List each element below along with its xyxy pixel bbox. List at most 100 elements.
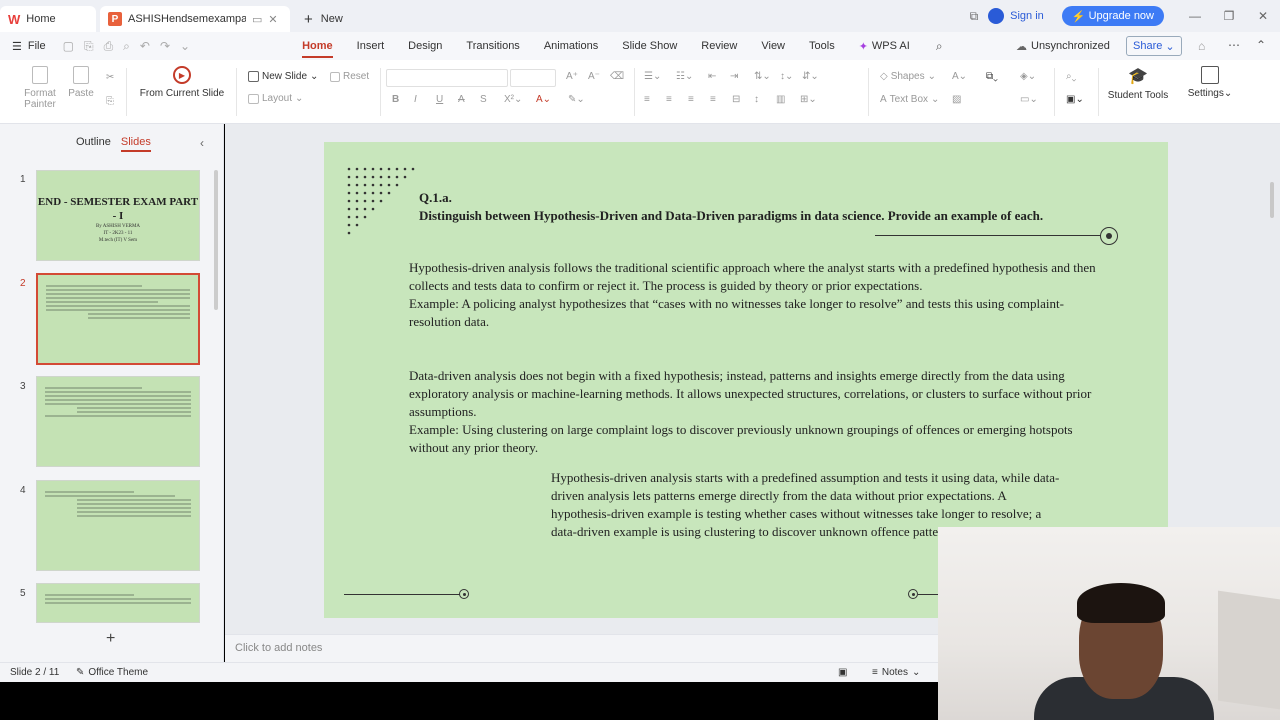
copy-icon[interactable]: ⎘ xyxy=(106,96,114,107)
notes-button[interactable]: ≡ Notes ⌄ xyxy=(872,667,920,678)
numbering-icon[interactable]: ☷⌄ xyxy=(676,71,693,82)
menu-review[interactable]: Review xyxy=(689,32,749,60)
font-name-select[interactable] xyxy=(386,69,508,87)
new-tab-button[interactable]: + New xyxy=(296,6,351,32)
italic-icon[interactable]: I xyxy=(414,94,417,105)
collapse-panel-icon[interactable]: ‹ xyxy=(200,136,204,150)
align-center-icon[interactable]: ≡ xyxy=(666,94,672,105)
save-icon[interactable]: ▢ xyxy=(63,39,74,53)
redo-icon[interactable]: ↷ xyxy=(160,39,170,53)
tab-outline[interactable]: Outline xyxy=(76,136,111,152)
menu-view[interactable]: View xyxy=(749,32,797,60)
menu-transitions[interactable]: Transitions xyxy=(454,32,531,60)
print-icon[interactable]: ⎙ xyxy=(104,39,114,54)
justify-icon[interactable]: ≡ xyxy=(710,94,716,105)
text-box-button[interactable]: A Text Box ⌄ xyxy=(880,94,939,105)
slide-thumbnail-5[interactable] xyxy=(36,583,200,623)
sort-icon[interactable]: ⇵⌄ xyxy=(802,71,819,82)
sign-in-button[interactable]: Sign in xyxy=(988,8,1044,24)
share-button[interactable]: Share ⌄ xyxy=(1126,36,1182,56)
tab-slides[interactable]: Slides xyxy=(120,136,151,152)
slide-thumbnail-3[interactable] xyxy=(36,376,200,467)
maximize-icon[interactable]: ❐ xyxy=(1212,9,1246,23)
font-size-select[interactable] xyxy=(510,69,556,87)
menu-insert[interactable]: Insert xyxy=(345,32,397,60)
collapse-ribbon-icon[interactable]: ⌂ xyxy=(1198,39,1205,53)
decrease-font-icon[interactable]: A⁻ xyxy=(588,71,600,82)
increase-indent-icon[interactable]: ⇥ xyxy=(730,71,738,82)
clear-format-icon[interactable]: ⌫ xyxy=(610,71,624,82)
undo-icon[interactable]: ↶ xyxy=(140,39,150,53)
arrange-icon[interactable]: ⧉⌄ xyxy=(986,71,998,82)
chevron-down-icon[interactable]: ⌄ xyxy=(180,39,190,53)
notes-toggle-icon[interactable]: ▣ xyxy=(838,667,847,678)
theme-button[interactable]: ✎ Office Theme xyxy=(76,667,148,678)
home-tab[interactable]: W Home xyxy=(0,6,96,32)
file-menu[interactable]: ☰ File xyxy=(0,32,58,60)
from-current-slide-button[interactable]: ▶ From Current Slide xyxy=(136,66,228,99)
settings-button[interactable]: Settings⌄ xyxy=(1184,66,1236,99)
document-tab[interactable]: P ASHISHendsemexampart1.pptx ▭ ✕ xyxy=(100,6,290,32)
reading-mode-icon[interactable]: ⧉ xyxy=(970,9,979,24)
bullets-icon[interactable]: ☰⌄ xyxy=(644,71,661,82)
print-preview-icon[interactable]: ⌕ xyxy=(123,39,130,54)
menu-slide-show[interactable]: Slide Show xyxy=(610,32,689,60)
underline-icon[interactable]: U xyxy=(436,94,443,105)
paragraph-spacing-icon[interactable]: ↕ xyxy=(754,94,759,105)
align-right-icon[interactable]: ≡ xyxy=(688,94,694,105)
decrease-indent-icon[interactable]: ⇤ xyxy=(708,71,716,82)
align-left-icon[interactable]: ≡ xyxy=(644,94,650,105)
text-direction-icon[interactable]: ⇅⌄ xyxy=(754,71,771,82)
format-painter-button[interactable]: Format Painter xyxy=(22,66,58,110)
chevron-up-icon[interactable]: ⌃ xyxy=(1256,38,1266,52)
menu-design[interactable]: Design xyxy=(396,32,454,60)
export-icon[interactable]: ⎘ xyxy=(84,39,94,54)
panel-scrollbar[interactable] xyxy=(214,170,218,310)
menu-tools[interactable]: Tools xyxy=(797,32,847,60)
smartart-icon[interactable]: ⊞⌄ xyxy=(800,94,817,105)
cut-icon[interactable]: ✂ xyxy=(106,72,114,83)
slide-thumbnail-2[interactable] xyxy=(36,273,200,365)
paste-button[interactable]: Paste xyxy=(64,66,98,99)
superscript-icon[interactable]: X²⌄ xyxy=(504,94,522,105)
increase-font-icon[interactable]: A⁺ xyxy=(566,71,578,82)
add-slide-icon[interactable]: + xyxy=(106,630,115,648)
new-slide-button[interactable]: New Slide ⌄ xyxy=(248,71,318,82)
font-color-icon[interactable]: A⌄ xyxy=(536,94,551,105)
fill-icon[interactable]: ◈⌄ xyxy=(1020,71,1036,82)
sync-status[interactable]: ☁ Unsynchronized xyxy=(1016,32,1110,60)
highlight-icon[interactable]: ✎⌄ xyxy=(568,94,585,105)
question-heading[interactable]: Q.1.a. Distinguish between Hypothesis-Dr… xyxy=(419,189,1099,225)
restore-window-icon[interactable]: ▭ xyxy=(252,13,262,26)
search-icon[interactable]: ⌕ xyxy=(936,39,943,54)
find-icon[interactable]: ⌕⌄ xyxy=(1066,71,1076,82)
text-effects-icon[interactable]: A⌄ xyxy=(952,71,967,82)
shapes-button[interactable]: ◇ Shapes ⌄ xyxy=(880,71,936,82)
columns-icon[interactable]: ▥ xyxy=(776,94,785,105)
student-tools-button[interactable]: 🎓 Student Tools xyxy=(1106,66,1170,101)
shadow-icon[interactable]: S xyxy=(480,94,487,105)
select-icon[interactable]: ▣⌄ xyxy=(1066,94,1084,105)
slide-thumbnail-4[interactable] xyxy=(36,480,200,571)
close-tab-icon[interactable]: ✕ xyxy=(268,13,277,26)
bold-icon[interactable]: B xyxy=(392,94,399,105)
menu-home[interactable]: Home xyxy=(290,32,345,60)
menu-wps-ai[interactable]: ✦ WPS AI xyxy=(847,32,922,60)
picture-icon[interactable]: ▨ xyxy=(952,94,961,105)
strikethrough-icon[interactable]: A xyxy=(458,94,465,105)
upgrade-button[interactable]: ⚡ Upgrade now xyxy=(1061,6,1164,26)
more-options-icon[interactable]: ⋯ xyxy=(1228,38,1240,52)
slide-thumbnail-1[interactable]: END - SEMESTER EXAM PART - I By ASHISH V… xyxy=(36,170,200,261)
outline-icon[interactable]: ▭⌄ xyxy=(1020,94,1038,105)
line-spacing-icon[interactable]: ↕⌄ xyxy=(780,71,793,82)
layout-button[interactable]: Layout ⌄ xyxy=(248,93,303,104)
minimize-icon[interactable]: — xyxy=(1178,9,1212,23)
canvas-scrollbar[interactable] xyxy=(1270,182,1274,218)
thumb-text-line xyxy=(45,594,135,596)
close-window-icon[interactable]: ✕ xyxy=(1246,9,1280,23)
menu-animations[interactable]: Animations xyxy=(532,32,610,60)
data-driven-text[interactable]: Data-driven analysis does not begin with… xyxy=(409,367,1099,457)
distribute-icon[interactable]: ⊟ xyxy=(732,94,740,105)
reset-button[interactable]: Reset xyxy=(330,71,369,82)
hypothesis-driven-text[interactable]: Hypothesis-driven analysis follows the t… xyxy=(409,259,1099,331)
